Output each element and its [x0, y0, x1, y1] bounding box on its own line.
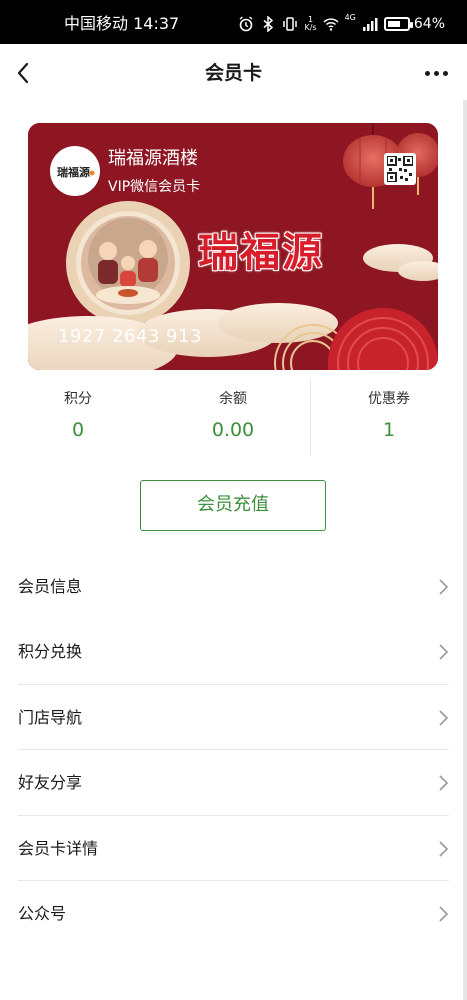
store-logo: 瑞福源	[50, 146, 100, 196]
stat-value: 0.00	[211, 419, 255, 441]
menu-item-card-details[interactable]: 会员卡详情	[0, 816, 467, 881]
chevron-right-icon	[439, 775, 449, 791]
battery-fill	[387, 21, 400, 27]
stat-balance[interactable]: 余额 0.00	[155, 378, 311, 458]
recharge-button[interactable]: 会员充值	[140, 480, 326, 531]
chevron-right-icon	[439, 644, 449, 660]
stat-value: 1	[382, 419, 396, 441]
stat-label: 优惠券	[368, 391, 410, 407]
menu-item-label: 门店导航	[18, 707, 83, 727]
menu-item-label: 积分兑换	[18, 642, 83, 662]
store-name: 瑞福源酒楼	[108, 148, 198, 169]
menu-item-label: 会员信息	[18, 577, 83, 596]
chevron-right-icon	[439, 579, 449, 595]
menu-item-label: 公众号	[18, 903, 67, 923]
store-logo-mark: 瑞福源	[57, 165, 95, 179]
stat-label: 积分	[64, 391, 92, 407]
qr-code-icon	[386, 155, 414, 183]
chevron-right-icon	[439, 840, 449, 857]
more-dot	[442, 70, 448, 76]
wifi-icon	[323, 18, 339, 31]
menu-item-store-navigation[interactable]: 门店导航	[0, 685, 467, 751]
nav-bar: 会员卡	[0, 44, 467, 102]
status-bar: 中国移动 14:37 1 K/s 4G 64%	[0, 0, 467, 44]
network-speed: 1 K/s	[304, 16, 316, 32]
more-dot	[433, 70, 439, 76]
carrier-time: 中国移动 14:37	[64, 14, 180, 33]
card-brand-text: 瑞福源	[198, 229, 324, 276]
page-title: 会员卡	[204, 62, 262, 84]
stat-value: 0	[71, 419, 85, 441]
stat-coupons[interactable]: 优惠券 1	[311, 378, 467, 458]
member-stats: 积分 0 余额 0.00 优惠券 1	[0, 378, 467, 458]
menu-item-member-info[interactable]: 会员信息	[0, 554, 467, 619]
network-type: 4G	[344, 13, 356, 22]
chevron-right-icon	[439, 710, 449, 726]
more-dot	[424, 70, 430, 76]
battery: 64%	[383, 16, 445, 32]
menu-item-label: 好友分享	[18, 773, 83, 793]
membership-card[interactable]: 瑞福源 瑞福源酒楼 VIP微信会员卡 瑞福源 1927 2643 913	[28, 123, 438, 370]
chevron-right-icon	[439, 906, 449, 922]
more-button[interactable]	[419, 58, 453, 88]
menu-item-points-exchange[interactable]: 积分兑换	[0, 619, 467, 685]
menu-list: 会员信息 积分兑换 门店导航 好友分享 会员卡详情 公众号	[0, 554, 467, 946]
qr-code-button[interactable]	[384, 153, 416, 185]
battery-icon	[383, 17, 413, 31]
battery-percent: 64%	[413, 16, 445, 32]
speed-unit: K/s	[304, 23, 317, 32]
stat-label: 余额	[219, 391, 247, 407]
bluetooth-icon	[263, 16, 274, 32]
vibrate-icon	[283, 17, 298, 31]
card-number: 1927 2643 913	[58, 326, 202, 347]
status-icons: 1 K/s 4G 64%	[238, 12, 445, 36]
menu-item-share-friends[interactable]: 好友分享	[0, 750, 467, 816]
alarm-icon	[240, 16, 253, 32]
menu-item-label: 会员卡详情	[18, 838, 99, 858]
svg-text:瑞福源: 瑞福源	[57, 165, 90, 179]
menu-item-official-account[interactable]: 公众号	[0, 881, 467, 946]
stat-points[interactable]: 积分 0	[0, 378, 156, 458]
card-type: VIP微信会员卡	[108, 179, 201, 195]
signal-icon	[362, 18, 378, 31]
